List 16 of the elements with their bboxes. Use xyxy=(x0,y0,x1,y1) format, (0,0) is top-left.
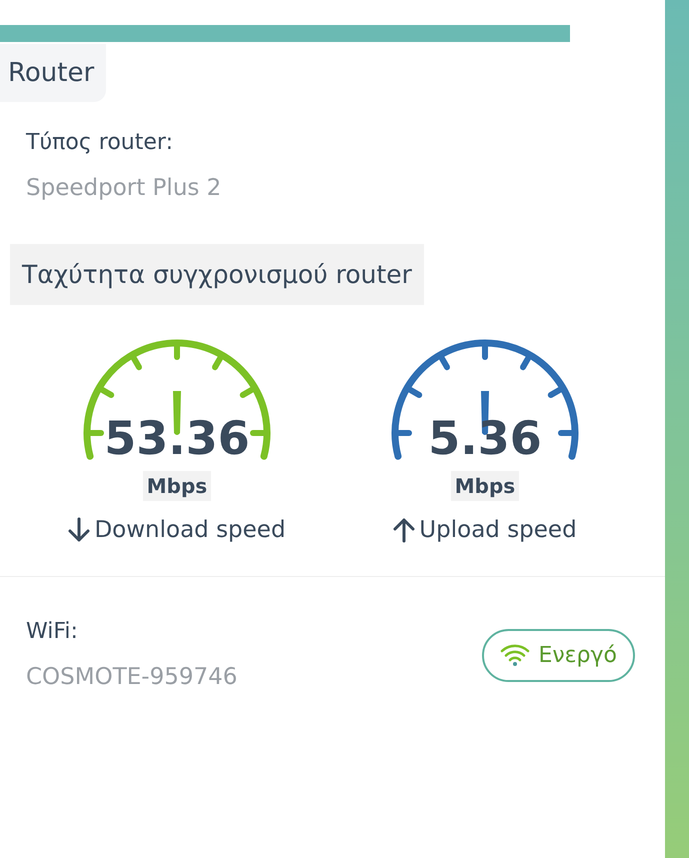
unit-label: Mbps xyxy=(450,471,520,501)
speed-label: Download speed xyxy=(94,516,286,545)
subsection-title: Ταχύτητα συγχρονισμού router xyxy=(10,244,424,305)
field-value: COSMOTE-959746 xyxy=(26,662,238,692)
speed-value: 5.36 xyxy=(427,415,543,461)
arrow-up-icon xyxy=(393,517,416,544)
unit-label: Mbps xyxy=(142,471,212,501)
section-title: Router xyxy=(0,44,106,102)
speed-value: 53.36 xyxy=(103,415,251,461)
field-label: Τύπος router: xyxy=(26,129,174,157)
field-label: WiFi: xyxy=(26,618,79,646)
field-value: Speedport Plus 2 xyxy=(26,174,222,203)
speed-label: Upload speed xyxy=(419,516,577,545)
arrow-down-icon xyxy=(68,517,90,544)
status-badge: Ενεργό xyxy=(482,628,635,682)
wifi-icon xyxy=(500,643,530,667)
